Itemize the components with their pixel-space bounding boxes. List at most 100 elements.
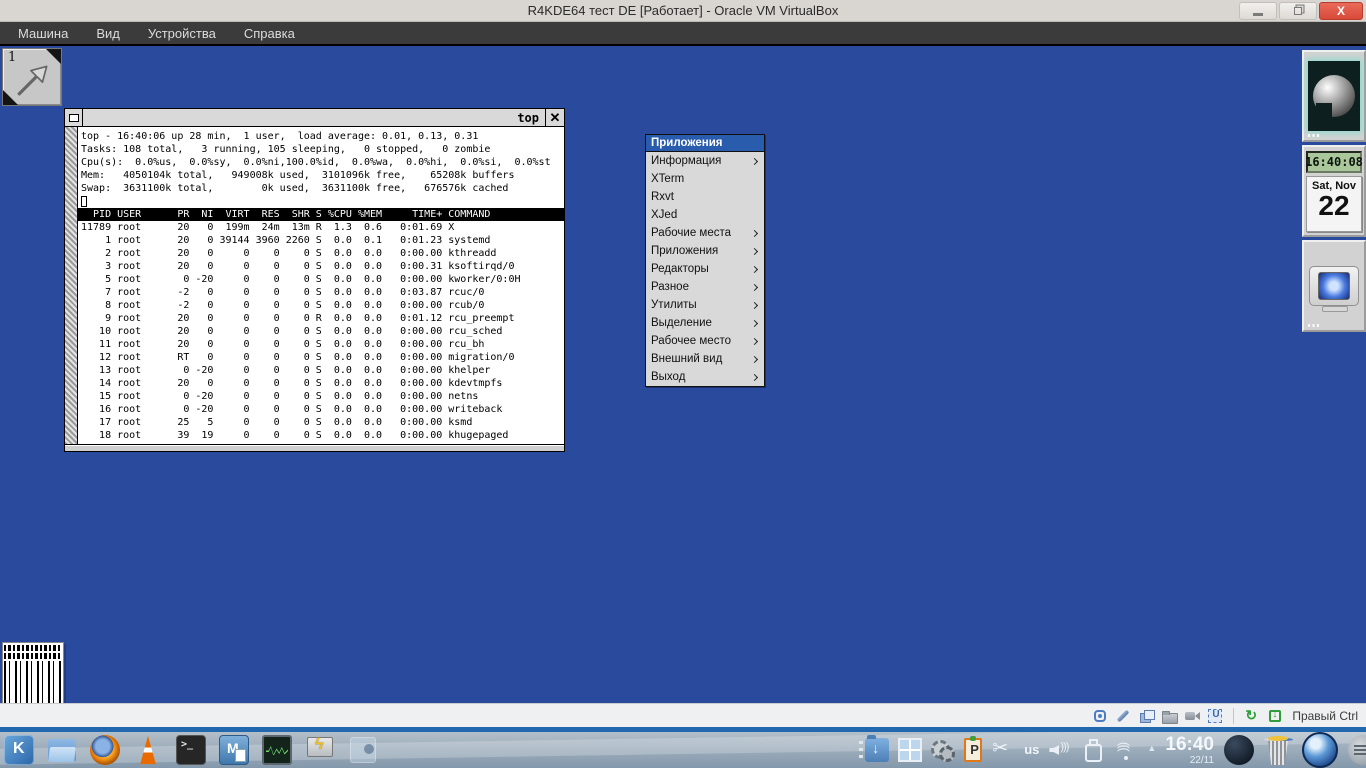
vbox-menubar: Машина Вид Устройства Справка (0, 22, 1366, 44)
window-title: R4KDE64 тест DE [Работает] - Oracle VM V… (527, 3, 839, 18)
dock-clock-app-button[interactable] (1302, 50, 1366, 142)
guest-desktop[interactable]: 1 top ✕ top - 16:40:06 up 28 min, 1 user… (0, 44, 1366, 703)
sphere-clock-icon (1308, 61, 1360, 131)
menu-help[interactable]: Справка (234, 24, 305, 43)
calendar-day: 22 (1318, 190, 1350, 221)
tray-handle[interactable] (859, 741, 864, 759)
minimize-button[interactable] (1239, 2, 1277, 20)
menu-item-label: XJed (651, 209, 678, 221)
submenu-arrow-icon (750, 157, 759, 165)
terminal-icon[interactable] (176, 735, 206, 765)
window-close-button[interactable]: ✕ (545, 109, 564, 126)
file-manager-icon[interactable] (47, 735, 77, 765)
process-table-rows: 11789 root 20 0 199m 24m 13m R 1.3 0.6 0… (81, 222, 521, 441)
vbox-titlebar: R4KDE64 тест DE [Работает] - Oracle VM V… (0, 0, 1366, 22)
launcher-orb-icon[interactable] (1302, 732, 1338, 768)
virtual-screens-icon[interactable] (1138, 708, 1156, 724)
digital-clock: 16:40:08 (1305, 151, 1363, 173)
remote-desktop-icon[interactable] (305, 735, 335, 765)
taskbar-date: 22/11 (1189, 754, 1214, 766)
menu-item-10[interactable]: Рабочее место (646, 332, 764, 350)
menu-item-label: Рабочее место (651, 335, 731, 347)
wifi-icon[interactable] (1114, 738, 1138, 762)
calendar-widget: Sat, Nov 22 (1306, 176, 1362, 232)
terminal-scrollbar[interactable] (65, 127, 78, 444)
menu-item-4[interactable]: Рабочие места (646, 224, 764, 242)
window-menu-button[interactable] (65, 109, 83, 126)
iconified-window[interactable] (2, 642, 64, 703)
menu-item-5[interactable]: Приложения (646, 242, 764, 260)
firefox-icon[interactable] (90, 735, 120, 765)
dock-monitor-app-button[interactable] (1302, 240, 1366, 332)
applications-menu[interactable]: Приложения Информация XTerm Rxvt XJed Рабочи… (645, 134, 765, 387)
usb-device-icon[interactable] (1081, 738, 1105, 762)
keyboard-layout[interactable]: us (1024, 738, 1039, 762)
dock-mini-dots (1308, 324, 1321, 327)
right-dock: 16:40:08 Sat, Nov 22 (1302, 50, 1366, 335)
menu-item-label: Рабочие места (651, 227, 732, 239)
menu-view[interactable]: Вид (86, 24, 130, 43)
dock-mini-dots (1308, 134, 1321, 137)
autoresize-icon[interactable] (1267, 708, 1283, 724)
submenu-arrow-icon (750, 283, 759, 291)
submenu-arrow-icon (750, 355, 759, 363)
menu-item-label: Приложения (651, 245, 719, 257)
scissors-icon[interactable] (991, 737, 1015, 762)
gears-icon[interactable] (931, 738, 956, 762)
menu-item-7[interactable]: Разное (646, 278, 764, 296)
close-button[interactable]: X (1319, 2, 1363, 20)
taskbar-clock[interactable]: 16:40 22/11 (1165, 735, 1214, 766)
menu-item-label: Rxvt (651, 191, 674, 203)
menu-devices[interactable]: Устройства (138, 24, 226, 43)
shared-folder-icon[interactable] (1161, 708, 1179, 724)
menu-item-label: Выделение (651, 317, 712, 329)
menu-item-0[interactable]: Информация (646, 152, 764, 170)
menu-item-11[interactable]: Внешний вид (646, 350, 764, 368)
app-circle-icon[interactable] (1224, 735, 1254, 765)
submenu-arrow-icon (750, 229, 759, 237)
menu-item-2[interactable]: Rxvt (646, 188, 764, 206)
tray-expand-icon[interactable] (1147, 738, 1159, 762)
top-window-title: top (517, 110, 539, 125)
menu-item-8[interactable]: Утилиты (646, 296, 764, 314)
menu-item-1[interactable]: XTerm (646, 170, 764, 188)
dock-clock-widget[interactable]: 16:40:08 Sat, Nov 22 (1302, 145, 1366, 237)
window-resize-bar[interactable] (65, 444, 564, 451)
minimize-icon (1253, 12, 1263, 16)
top-window[interactable]: top ✕ top - 16:40:06 up 28 min, 1 user, … (64, 108, 565, 452)
usb-icon[interactable] (1207, 708, 1223, 724)
restore-button[interactable] (1279, 2, 1317, 20)
volume-icon[interactable] (1048, 738, 1072, 762)
pointer-arrow-icon (17, 65, 48, 96)
trash-icon[interactable] (1264, 735, 1292, 765)
menu-machine[interactable]: Машина (8, 24, 78, 43)
crt-monitor-icon (1309, 266, 1359, 312)
menu-item-label: Информация (651, 155, 722, 167)
menu-item-6[interactable]: Редакторы (646, 260, 764, 278)
pager-icon[interactable] (898, 738, 923, 762)
video-capture-icon[interactable] (1184, 708, 1201, 724)
menu-item-label: Редакторы (651, 263, 709, 275)
submenu-arrow-icon (750, 301, 759, 309)
menu-item-label: Внешний вид (651, 353, 723, 365)
menu-item-label: Разное (651, 281, 689, 293)
edge-menu-icon[interactable] (1348, 735, 1366, 765)
optical-drive-icon[interactable] (1115, 708, 1131, 724)
clipboard-icon[interactable] (964, 736, 983, 762)
inactive-window-icon[interactable] (348, 735, 378, 765)
downloads-folder-icon[interactable] (865, 735, 890, 762)
desktop-pager-button[interactable]: 1 (2, 48, 62, 106)
applications-menu-title: Приложения (646, 135, 764, 152)
hard-disk-icon[interactable] (1092, 708, 1108, 724)
top-window-titlebar[interactable]: top ✕ (65, 109, 564, 127)
menu-item-12[interactable]: Выход (646, 368, 764, 386)
menu-item-9[interactable]: Выделение (646, 314, 764, 332)
restore-icon (1294, 7, 1302, 15)
menu-item-3[interactable]: XJed (646, 206, 764, 224)
kde-menu-icon[interactable] (4, 735, 34, 765)
system-monitor-icon[interactable] (262, 735, 292, 765)
text-editor-icon[interactable] (219, 735, 249, 765)
network-icon[interactable] (1244, 707, 1260, 724)
vlc-icon[interactable] (140, 735, 156, 765)
taskbar-time: 16:40 (1165, 733, 1214, 755)
